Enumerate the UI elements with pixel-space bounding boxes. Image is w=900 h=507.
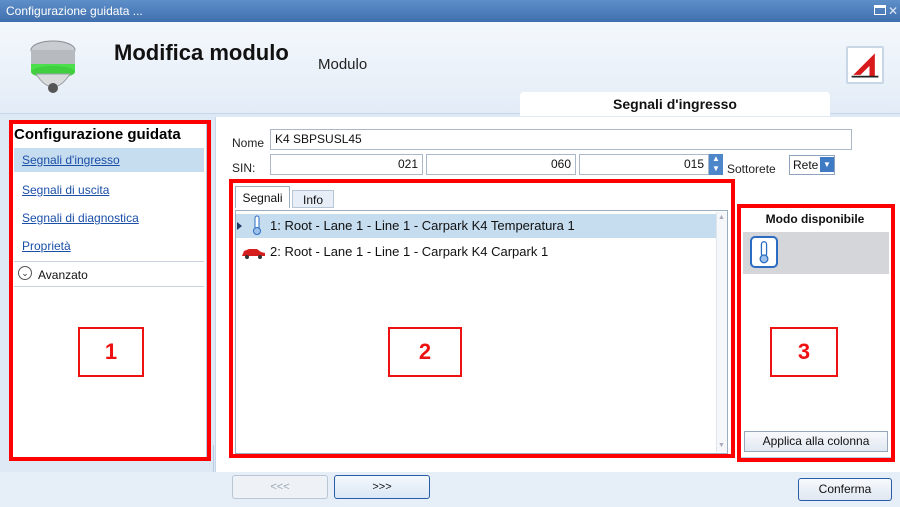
next-button[interactable]: >>> <box>334 475 430 499</box>
sin-field-1[interactable]: 021 <box>270 154 423 175</box>
chevron-down-icon[interactable]: ▼ <box>820 157 834 172</box>
sin-field-3[interactable]: 015 <box>579 154 709 175</box>
annotation-label-3: 3 <box>770 327 838 377</box>
spinner-icon[interactable]: ▲ ▼ <box>709 154 723 175</box>
sin-label: SIN: <box>232 161 256 175</box>
window-title: Configurazione guidata ... <box>0 0 900 22</box>
annotation-label-1: 1 <box>78 327 144 377</box>
logo-icon <box>846 46 884 84</box>
annotation-frame-1 <box>9 120 211 461</box>
name-label: Nome <box>232 136 265 150</box>
section-header: Segnali d'ingresso <box>520 92 830 116</box>
page-title: Modifica modulo <box>114 40 289 65</box>
page-subtitle: Modulo <box>318 56 368 73</box>
previous-button[interactable]: <<< <box>232 475 328 499</box>
device-icon <box>30 40 76 93</box>
confirm-button[interactable]: Conferma <box>798 478 892 501</box>
restore-icon[interactable] <box>874 5 886 15</box>
subnet-label: Sottorete <box>727 162 776 176</box>
footer-bar <box>0 472 900 507</box>
sin-field-2[interactable]: 060 <box>426 154 576 175</box>
name-field[interactable]: K4 SBPSUSL45 <box>270 129 852 150</box>
annotation-label-2: 2 <box>388 327 462 377</box>
annotation-frame-2 <box>229 179 735 458</box>
close-icon[interactable]: ✕ <box>888 0 898 22</box>
